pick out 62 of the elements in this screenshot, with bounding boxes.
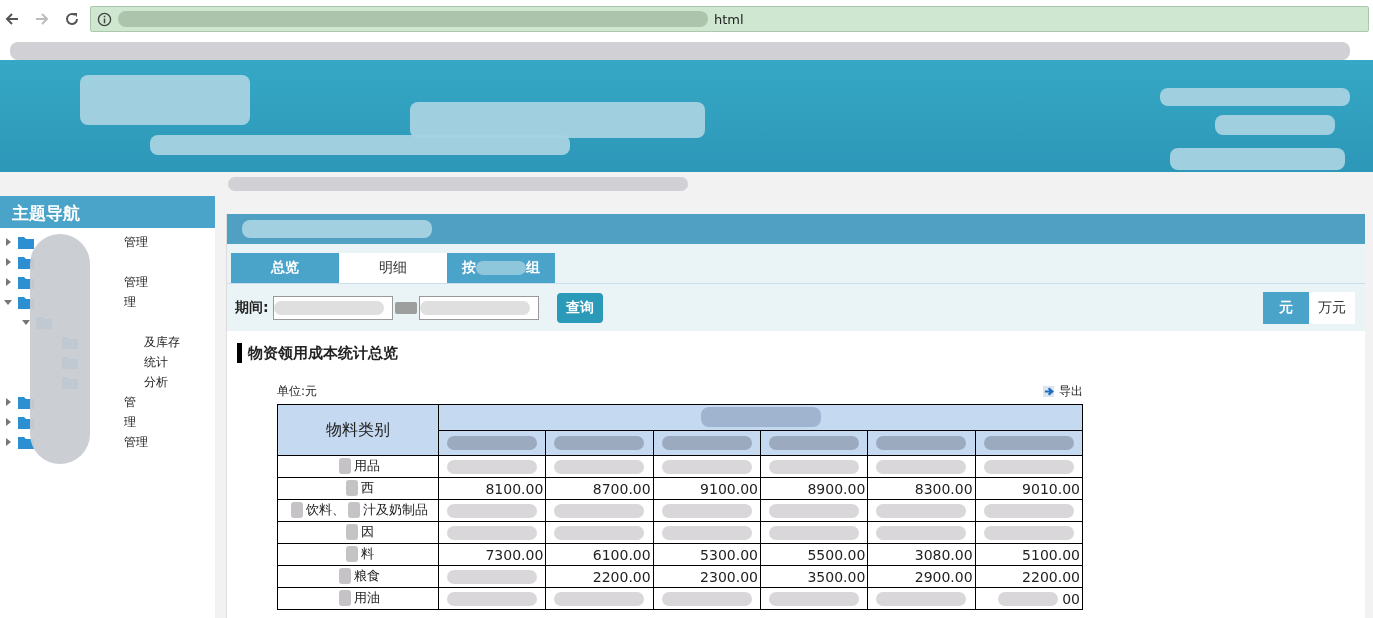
table-cell: 2300.00 [653,565,761,588]
export-arrow-icon [1043,385,1056,398]
period-label: 期间: [235,298,269,317]
export-link[interactable]: 导出 [1043,383,1083,400]
folder-icon [18,235,34,249]
section-title: 物资领用成本统计总览 [248,343,398,363]
table-cell: 8300.00 [867,477,976,500]
tree-item[interactable]: 管理 [124,233,148,251]
tree-item[interactable]: 管理 [124,273,148,291]
table-cell: 5300.00 [653,543,761,566]
address-bar[interactable]: html [90,6,1369,32]
collapsed-arrow-icon[interactable] [4,438,12,446]
table-cell: 2200.00 [975,565,1083,588]
section-marker [237,343,242,363]
table-cell: 5500.00 [760,543,868,566]
sidebar-title: 主题导航 [0,196,215,228]
category-text: 饮料、 [306,500,345,519]
category-text: 因 [360,522,374,541]
tree-item[interactable]: 管理 [124,433,148,451]
collapsed-arrow-icon[interactable] [4,258,12,266]
expanded-arrow-icon[interactable] [4,298,12,306]
collapsed-arrow-icon[interactable] [4,398,12,406]
expanded-arrow-icon[interactable] [22,318,30,326]
tree-item[interactable]: 理 [124,293,136,311]
table-cell: 9100.00 [653,477,761,500]
column-header: 物料类别 [277,404,439,456]
table-cell: 7300.00 [438,543,546,566]
info-icon[interactable] [97,11,112,27]
collapsed-arrow-icon[interactable] [4,418,12,426]
table-cell: 8100.00 [438,477,546,500]
table-cell: 2900.00 [867,565,976,588]
table-cell: 00 [975,587,1083,610]
address-text: html [714,11,744,27]
table-cell: 8700.00 [545,477,654,500]
reload-icon[interactable] [64,11,80,27]
collapsed-arrow-icon[interactable] [4,238,12,246]
tree-item[interactable]: 统计 [144,353,168,371]
tree-item[interactable]: 及库存 [144,333,180,351]
folder-icon [18,435,34,449]
category-text: 用油 [354,588,380,607]
table-cell: 3500.00 [760,565,868,588]
table-cell: 3080.00 [867,543,976,566]
table-cell: 9010.00 [975,477,1083,500]
tree-item[interactable]: 分析 [144,373,168,391]
collapsed-arrow-icon[interactable] [4,278,12,286]
tree-item[interactable]: 理 [124,413,136,431]
table-cell: 2200.00 [545,565,654,588]
unit-note: 单位:元 [277,383,318,400]
table-cell: 8900.00 [760,477,868,500]
unit-toggle[interactable]: 万元 [1309,291,1355,324]
tab[interactable]: 明细 [339,253,447,283]
category-text: 用品 [354,456,380,475]
category-text: 汁及奶制品 [363,500,428,519]
category-text: 西 [360,478,374,497]
tree-item[interactable]: 管 [124,393,136,411]
date-field[interactable] [272,295,393,320]
category-text: 粮食 [354,566,380,585]
table-cell: 6100.00 [545,543,654,566]
category-text: 料 [360,544,374,563]
table-cell: 5100.00 [975,543,1083,566]
date-field[interactable] [418,295,539,320]
back-icon[interactable] [4,11,20,27]
